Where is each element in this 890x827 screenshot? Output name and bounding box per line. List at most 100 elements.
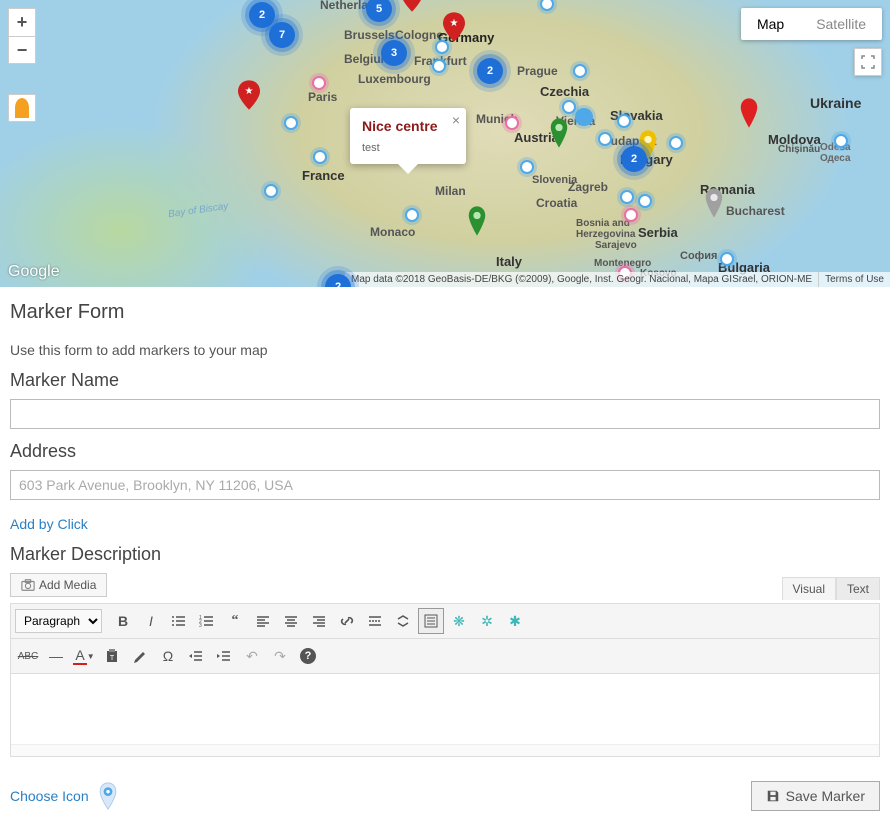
text-color-button[interactable]: A ▼: [71, 643, 97, 669]
editor-tab-visual[interactable]: Visual: [782, 577, 836, 600]
save-icon: [766, 789, 780, 803]
label-milan: Milan: [435, 184, 466, 198]
plugin-button-1[interactable]: ❋: [446, 608, 472, 634]
green-marker[interactable]: [548, 118, 570, 148]
align-right-button[interactable]: [306, 608, 332, 634]
undo-button[interactable]: ↶: [239, 643, 265, 669]
blockquote-button[interactable]: “: [222, 608, 248, 634]
map-point[interactable]: [834, 134, 848, 148]
map-type-map[interactable]: Map: [741, 8, 800, 40]
map-point[interactable]: [638, 194, 652, 208]
map-point[interactable]: [435, 40, 449, 54]
indent-button[interactable]: [211, 643, 237, 669]
pegman-button[interactable]: [8, 94, 36, 122]
terms-link[interactable]: Terms of Use: [818, 272, 890, 287]
map-canvas[interactable]: Bay of Biscay Paris France Monaco Milan …: [0, 0, 890, 287]
map-point[interactable]: [313, 150, 327, 164]
readmore-button[interactable]: [362, 608, 388, 634]
map-point[interactable]: [264, 184, 278, 198]
cluster-marker[interactable]: 2: [621, 146, 647, 172]
info-title: Nice centre: [362, 118, 454, 134]
red-marker[interactable]: [738, 98, 760, 128]
description-editor[interactable]: [11, 674, 879, 744]
fullscreen-button[interactable]: [854, 48, 882, 76]
zoom-in-button[interactable]: +: [8, 8, 36, 36]
svg-text:T: T: [110, 655, 115, 662]
label-chisinau: Chișinău: [778, 144, 820, 155]
map-point[interactable]: [624, 208, 638, 222]
editor-resize-handle[interactable]: [11, 744, 879, 756]
redo-button[interactable]: ↷: [267, 643, 293, 669]
bullet-list-button[interactable]: [166, 608, 192, 634]
address-input[interactable]: [10, 470, 880, 500]
strikethrough-button[interactable]: ABC: [15, 643, 41, 669]
label-paris: Paris: [308, 90, 337, 104]
cluster-marker[interactable]: 3: [381, 40, 407, 66]
add-media-button[interactable]: Add Media: [10, 573, 107, 597]
cluster-marker[interactable]: 7: [269, 22, 295, 48]
map-point[interactable]: [720, 252, 734, 266]
close-icon[interactable]: ×: [452, 112, 460, 128]
svg-text:★: ★: [244, 86, 253, 97]
map-point[interactable]: [598, 132, 612, 146]
number-list-button[interactable]: 123: [194, 608, 220, 634]
red-star-marker[interactable]: ★: [238, 80, 260, 110]
fullscreen-editor-button[interactable]: [390, 608, 416, 634]
outdent-button[interactable]: [183, 643, 209, 669]
zoom-out-button[interactable]: −: [8, 36, 36, 64]
map-type-satellite[interactable]: Satellite: [800, 8, 882, 40]
map-point[interactable]: [520, 160, 534, 174]
paste-text-button[interactable]: T: [99, 643, 125, 669]
map-point-nice[interactable]: [405, 208, 419, 222]
format-select[interactable]: Paragraph: [15, 609, 102, 633]
map-point[interactable]: [575, 108, 593, 126]
add-by-click-link[interactable]: Add by Click: [10, 516, 88, 532]
plugin-button-3[interactable]: ✱: [502, 608, 528, 634]
red-star-marker[interactable]: ★: [443, 12, 465, 42]
green-marker[interactable]: [466, 206, 488, 236]
help-button[interactable]: ?: [295, 643, 321, 669]
label-serbia: Serbia: [638, 225, 678, 240]
label-luxembourg: Luxembourg: [358, 72, 431, 86]
link-button[interactable]: [334, 608, 360, 634]
align-left-button[interactable]: [250, 608, 276, 634]
cluster-marker[interactable]: 2: [477, 58, 503, 84]
marker-name-input[interactable]: [10, 399, 880, 429]
label-zagreb: Zagreb: [568, 180, 608, 194]
info-window: × Nice centre test: [350, 108, 466, 164]
marker-name-label: Marker Name: [10, 370, 880, 391]
italic-button[interactable]: I: [138, 608, 164, 634]
save-marker-button[interactable]: Save Marker: [751, 781, 880, 811]
gray-marker[interactable]: [703, 188, 725, 218]
map-point[interactable]: [284, 116, 298, 130]
form-title: Marker Form: [10, 301, 880, 324]
map-point[interactable]: [620, 190, 634, 204]
label-prague: Prague: [517, 64, 558, 78]
align-center-button[interactable]: [278, 608, 304, 634]
horizontal-rule-button[interactable]: —: [43, 643, 69, 669]
svg-text:3: 3: [199, 623, 202, 629]
map-data-text: Map data ©2018 GeoBasis-DE/BKG (©2009), …: [344, 272, 818, 287]
map-point[interactable]: [432, 59, 446, 73]
plugin-button-2[interactable]: ✲: [474, 608, 500, 634]
bold-button[interactable]: B: [110, 608, 136, 634]
choose-icon-link[interactable]: Choose Icon: [10, 788, 89, 804]
editor-toolbar-row2: ABC — A ▼ T Ω ↶ ↷ ?: [11, 639, 879, 674]
label-bosnia: Bosnia and Herzegovina: [576, 218, 635, 240]
map-point[interactable]: [505, 116, 519, 130]
editor-tab-text[interactable]: Text: [836, 577, 880, 600]
toolbar-toggle-button[interactable]: [418, 608, 444, 634]
label-bucharest: Bucharest: [726, 204, 785, 218]
clear-formatting-button[interactable]: [127, 643, 153, 669]
map-point[interactable]: [562, 100, 576, 114]
map-point[interactable]: [573, 64, 587, 78]
map-point[interactable]: [669, 136, 683, 150]
map-point[interactable]: [312, 76, 326, 90]
cluster-marker[interactable]: 2: [249, 2, 275, 28]
google-logo: Google: [8, 263, 60, 281]
rich-text-editor: Paragraph B I 123 “ ❋ ✲ ✱ ABC — A: [10, 603, 880, 757]
special-char-button[interactable]: Ω: [155, 643, 181, 669]
label-italy: Italy: [496, 254, 522, 269]
red-star-marker[interactable]: [401, 0, 423, 12]
map-point[interactable]: [617, 114, 631, 128]
